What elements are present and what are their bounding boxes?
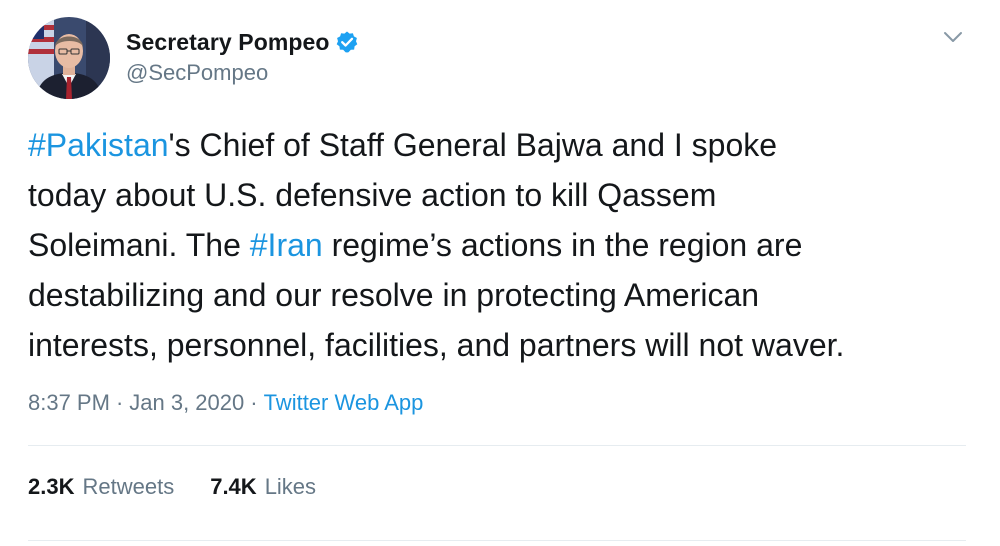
avatar-image <box>28 17 110 99</box>
retweets-label: Retweets <box>82 474 175 499</box>
likes-stat[interactable]: 7.4K Likes <box>210 474 316 500</box>
avatar[interactable] <box>28 17 110 99</box>
retweets-stat[interactable]: 2.3K Retweets <box>28 474 174 500</box>
chevron-down-icon[interactable] <box>938 25 968 49</box>
divider <box>28 445 966 446</box>
meta-separator: · <box>115 390 124 415</box>
author-handle[interactable]: @SecPompeo <box>126 60 268 86</box>
tweet-stats: 2.3K Retweets 7.4K Likes <box>28 474 352 500</box>
hashtag-link[interactable]: #Pakistan <box>28 127 169 163</box>
tweet-text-line: Soleimani. The #Iran regime’s actions in… <box>28 220 978 270</box>
tweet-text-segment: today about U.S. defensive action to kil… <box>28 177 717 213</box>
tweet-text-line: destabilizing and our resolve in protect… <box>28 270 978 320</box>
tweet-meta: 8:37 PM · Jan 3, 2020 · Twitter Web App <box>28 390 423 416</box>
author-name-row: Secretary Pompeo <box>126 27 359 57</box>
retweets-count: 2.3K <box>28 474 75 499</box>
tweet-text-segment: destabilizing and our resolve in protect… <box>28 277 760 313</box>
tweet-text-segment: regime’s actions in the region are <box>322 227 803 263</box>
meta-separator: · <box>250 390 258 415</box>
tweet-text-line: today about U.S. defensive action to kil… <box>28 170 978 220</box>
tweet-text-segment: 's Chief of Staff General Bajwa and I sp… <box>168 127 778 163</box>
tweet-text-line: interests, personnel, facilities, and pa… <box>28 320 978 370</box>
tweet-text-segment: Soleimani. The <box>28 227 250 263</box>
divider <box>28 540 966 541</box>
tweet-date[interactable]: Jan 3, 2020 <box>129 390 244 415</box>
tweet-text: #Pakistan's Chief of Staff General Bajwa… <box>28 120 978 370</box>
tweet-text-segment: interests, personnel, facilities, and pa… <box>28 327 845 363</box>
likes-count: 7.4K <box>210 474 257 499</box>
hashtag-link[interactable]: #Iran <box>250 227 323 263</box>
likes-label: Likes <box>264 474 317 499</box>
tweet-text-line: #Pakistan's Chief of Staff General Bajwa… <box>28 120 978 170</box>
verified-badge-icon <box>335 30 359 54</box>
tweet-time[interactable]: 8:37 PM <box>28 390 110 415</box>
author-display-name[interactable]: Secretary Pompeo <box>126 29 330 56</box>
tweet-source-link[interactable]: Twitter Web App <box>264 390 424 415</box>
tweet-card: Secretary Pompeo @SecPompeo #Pakistan's … <box>0 0 1000 546</box>
